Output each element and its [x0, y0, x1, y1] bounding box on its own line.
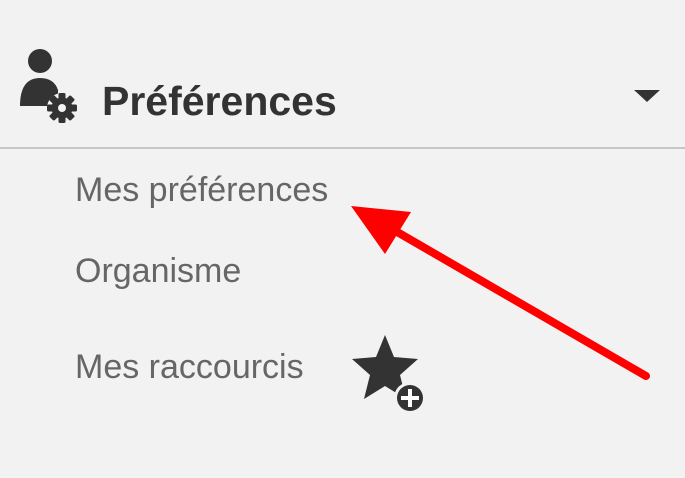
- star-plus-icon[interactable]: [352, 331, 434, 415]
- menu-item-mes-preferences[interactable]: Mes préférences: [75, 170, 328, 210]
- preferences-panel: Préférences Mes préférences Organisme Me…: [0, 0, 685, 478]
- menu-item-organisme[interactable]: Organisme: [75, 251, 241, 291]
- user-gear-icon: [20, 49, 77, 123]
- header-divider: [0, 147, 685, 149]
- caret-down-icon[interactable]: [632, 88, 662, 104]
- page-title: Préférences: [102, 78, 337, 124]
- menu-item-mes-raccourcis[interactable]: Mes raccourcis: [75, 347, 304, 387]
- preferences-header[interactable]: Préférences: [0, 0, 685, 147]
